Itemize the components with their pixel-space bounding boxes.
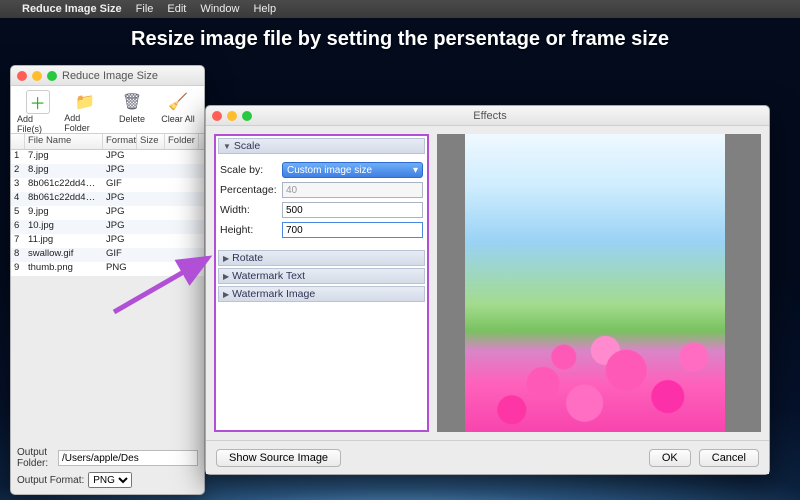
col-folder[interactable]: Folder (165, 134, 199, 149)
menu-help[interactable]: Help (253, 3, 276, 15)
add-file-icon: ＋ (26, 90, 50, 114)
section-watermark-text-header[interactable]: ▶ Watermark Text (218, 268, 425, 284)
clear-all-button[interactable]: 🧹 Clear All (158, 90, 198, 133)
percentage-label: Percentage: (220, 184, 282, 196)
main-titlebar[interactable]: Reduce Image Size (11, 66, 204, 86)
preview-pane (437, 134, 761, 432)
section-scale-body: Scale by: Custom image size ▾ Percentage… (218, 154, 425, 248)
main-window: Reduce Image Size ＋ Add File(s) 📁 Add Fo… (10, 65, 205, 495)
main-toolbar: ＋ Add File(s) 📁 Add Folder 🗑 Delete 🧹 Cl… (11, 86, 204, 134)
system-menubar: Reduce Image Size File Edit Window Help (0, 0, 800, 18)
show-source-button[interactable]: Show Source Image (216, 449, 341, 467)
effects-titlebar[interactable]: Effects (206, 106, 769, 126)
output-section: Output Folder: Output Format: PNG (17, 444, 198, 488)
height-stepper[interactable] (282, 222, 423, 238)
menu-window[interactable]: Window (200, 3, 239, 15)
add-folder-button[interactable]: 📁 Add Folder (64, 90, 106, 133)
table-row[interactable]: 8swallow.gifGIF (11, 248, 204, 262)
effects-dialog: Effects ▼ Scale Scale by: Custom image s… (205, 105, 770, 475)
table-row[interactable]: 17.jpgJPG (11, 150, 204, 164)
scale-by-select[interactable]: Custom image size ▾ (282, 162, 423, 178)
output-format-label: Output Format: (17, 475, 84, 486)
menu-edit[interactable]: Edit (167, 3, 186, 15)
table-row[interactable]: 48b061c22dd4583…JPG (11, 192, 204, 206)
table-row[interactable]: 59.jpgJPG (11, 206, 204, 220)
settings-panel: ▼ Scale Scale by: Custom image size ▾ Pe… (214, 134, 429, 432)
app-menu[interactable]: Reduce Image Size (22, 3, 122, 15)
window-title: Reduce Image Size (22, 70, 198, 82)
disclosure-right-icon: ▶ (223, 272, 229, 281)
disclosure-right-icon: ▶ (223, 254, 229, 263)
width-label: Width: (220, 204, 282, 216)
col-format[interactable]: Format (103, 134, 137, 149)
scale-by-label: Scale by: (220, 164, 282, 176)
section-scale-header[interactable]: ▼ Scale (218, 138, 425, 154)
output-folder-label: Output Folder: (17, 447, 54, 469)
ok-button[interactable]: OK (649, 449, 691, 467)
section-rotate-header[interactable]: ▶ Rotate (218, 250, 425, 266)
table-header[interactable]: File Name Format Size Folder (11, 134, 204, 150)
disclosure-right-icon: ▶ (223, 290, 229, 299)
disclosure-down-icon: ▼ (223, 142, 231, 151)
col-filename[interactable]: File Name (25, 134, 103, 149)
section-watermark-image-header[interactable]: ▶ Watermark Image (218, 286, 425, 302)
table-row[interactable]: 38b061c22dd4583…GIF (11, 178, 204, 192)
height-label: Height: (220, 224, 282, 236)
promo-tagline: Resize image file by setting the persent… (0, 28, 800, 51)
cancel-button[interactable]: Cancel (699, 449, 759, 467)
output-format-select[interactable]: PNG (88, 472, 132, 488)
table-row[interactable]: 9thumb.pngPNG (11, 262, 204, 276)
effects-footer: Show Source Image OK Cancel (206, 440, 769, 474)
percentage-stepper[interactable] (282, 182, 423, 198)
preview-image (465, 134, 725, 432)
add-folder-icon: 📁 (73, 90, 97, 113)
width-stepper[interactable] (282, 202, 423, 218)
table-row[interactable]: 28.jpgJPG (11, 164, 204, 178)
effects-title: Effects (217, 110, 763, 122)
output-folder-field[interactable] (58, 450, 198, 466)
table-row[interactable]: 610.jpgJPG (11, 220, 204, 234)
delete-icon: 🗑 (120, 90, 144, 114)
add-files-button[interactable]: ＋ Add File(s) (17, 90, 58, 133)
table-row[interactable]: 711.jpgJPG (11, 234, 204, 248)
clear-icon: 🧹 (166, 90, 190, 114)
chevron-up-down-icon: ▾ (413, 165, 418, 176)
delete-button[interactable]: 🗑 Delete (112, 90, 152, 133)
col-size[interactable]: Size (137, 134, 165, 149)
file-table[interactable]: 17.jpgJPG28.jpgJPG38b061c22dd4583…GIF48b… (11, 150, 204, 276)
menu-file[interactable]: File (136, 3, 154, 15)
